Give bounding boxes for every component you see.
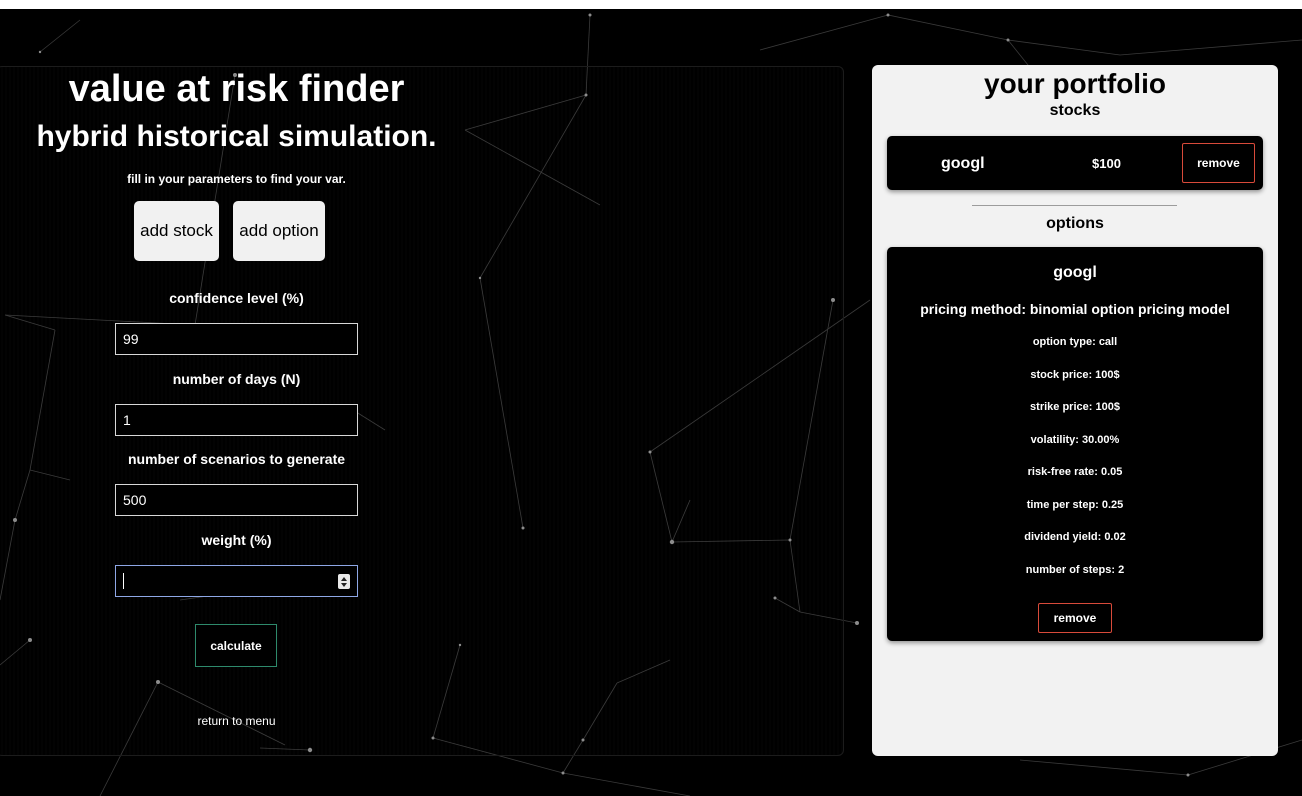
stock-price-detail: stock price: 100$ [1030, 369, 1120, 381]
number-of-steps-detail: number of steps: 2 [1025, 564, 1125, 576]
number-of-days-value: 1 [123, 412, 131, 428]
spinner-down-icon[interactable] [341, 582, 347, 587]
page-title: value at risk finder [68, 68, 405, 110]
option-card: googl pricing method: binomial option pr… [887, 247, 1263, 641]
pricing-method: pricing method: binomial option pricing … [920, 301, 1230, 317]
strike-price-detail: strike price: 100$ [1030, 401, 1120, 413]
stock-price: $100 [1092, 156, 1121, 171]
stock-ticker: googl [941, 155, 985, 172]
add-stock-button[interactable]: add stock [134, 201, 219, 261]
spinner-up-icon[interactable] [341, 576, 347, 581]
confidence-level-input[interactable]: 99 [115, 323, 358, 355]
number-of-days-label: number of days (N) [172, 371, 301, 387]
add-option-button[interactable]: add option [233, 201, 325, 261]
remove-option-button[interactable]: remove [1038, 603, 1112, 633]
weight-input[interactable] [115, 565, 358, 597]
portfolio-title: your portfolio [984, 68, 1166, 99]
scenarios-value: 500 [123, 492, 147, 508]
volatility-detail: volatility: 30.00% [1030, 434, 1120, 446]
confidence-level-label: confidence level (%) [169, 290, 304, 306]
number-of-days-input[interactable]: 1 [115, 404, 358, 436]
weight-label: weight (%) [201, 532, 272, 548]
dividend-yield-detail: dividend yield: 0.02 [1024, 531, 1126, 543]
calculate-button[interactable]: calculate [195, 624, 277, 667]
option-type: option type: call [1032, 336, 1118, 348]
time-per-step-detail: time per step: 0.25 [1026, 499, 1124, 511]
option-ticker: googl [1053, 264, 1097, 281]
scenarios-input[interactable]: 500 [115, 484, 358, 516]
options-heading: options [1046, 215, 1104, 232]
section-divider [972, 205, 1177, 206]
page-subtitle: hybrid historical simulation. [36, 120, 437, 153]
return-to-menu-link[interactable]: return to menu [115, 714, 358, 728]
remove-stock-button[interactable]: remove [1182, 143, 1255, 183]
confidence-level-value: 99 [123, 331, 139, 347]
risk-free-rate-detail: risk-free rate: 0.05 [1027, 466, 1123, 478]
stocks-heading: stocks [1049, 102, 1101, 119]
instructions-text: fill in your parameters to find your var… [127, 172, 346, 186]
scenarios-label: number of scenarios to generate [127, 451, 346, 467]
text-cursor [123, 573, 124, 589]
portfolio-panel: your portfolio stocks googl $100 remove … [872, 65, 1278, 756]
number-spinner[interactable] [338, 574, 350, 589]
stock-card: googl $100 remove [887, 136, 1263, 190]
